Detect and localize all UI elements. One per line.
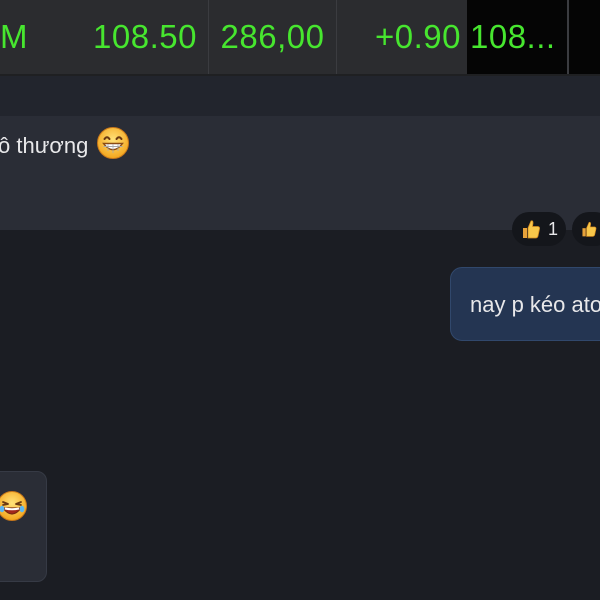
thumbs-up-icon xyxy=(522,220,540,239)
grinning-face-emoji-icon xyxy=(97,127,129,159)
chat-header-band xyxy=(0,76,600,116)
incoming-message-bubble[interactable] xyxy=(0,471,47,582)
ticker-cell-next xyxy=(567,0,600,74)
laughing-crying-face-emoji-icon xyxy=(0,491,27,521)
reaction-count: 1 xyxy=(547,218,558,239)
ticker-cell-last[interactable]: 108... xyxy=(467,0,567,74)
reaction-thumbs-up[interactable] xyxy=(572,212,600,246)
stock-ticker-strip: M 108.50 286,00 +0.90 108... xyxy=(0,0,600,76)
ticker-cell-volume[interactable]: 286,00 xyxy=(209,0,336,74)
chat-screen: M 108.50 286,00 +0.90 108... ô thương 1 … xyxy=(0,0,600,600)
ticker-cell-symbol[interactable]: M xyxy=(0,0,82,74)
ticker-cell-change[interactable]: +0.90 xyxy=(337,0,467,74)
outgoing-message-text: nay p kéo ato xyxy=(470,292,600,317)
ticker-cell-price[interactable]: 108.50 xyxy=(82,0,208,74)
thumbs-up-icon xyxy=(582,221,597,237)
reaction-thumbs-up[interactable]: 1 xyxy=(512,212,566,246)
incoming-message-bubble[interactable] xyxy=(0,116,600,230)
incoming-message-text: ô thương xyxy=(0,133,89,158)
